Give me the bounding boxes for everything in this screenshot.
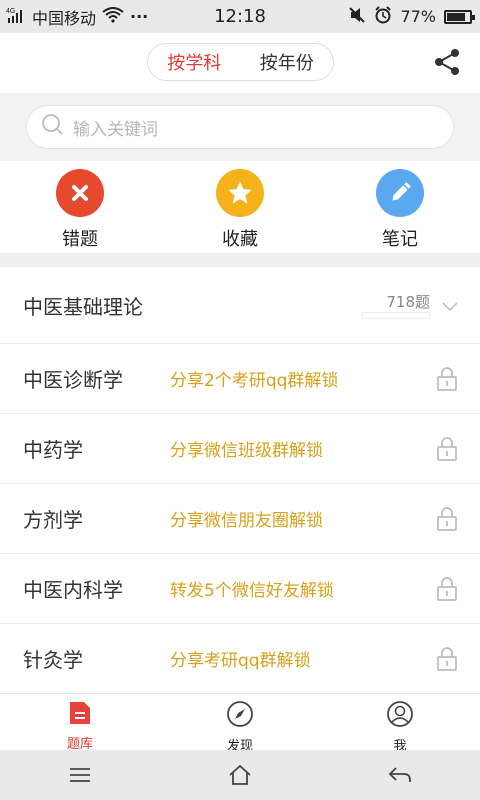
nav-me[interactable]: 我 xyxy=(320,694,480,754)
action-label: 笔记 xyxy=(382,229,418,250)
tab-by-year[interactable]: 按年份 xyxy=(260,49,314,75)
section-divider xyxy=(0,253,480,267)
lock-icon xyxy=(436,506,458,531)
progress-bar xyxy=(362,312,430,319)
alarm-icon xyxy=(374,5,392,28)
subject-row[interactable]: 中药学 分享微信班级群解锁 xyxy=(0,414,480,484)
profile-icon xyxy=(386,700,414,732)
subject-row[interactable]: 中医内科学 转发5个微信好友解锁 xyxy=(0,554,480,624)
subject-name: 中医基础理论 xyxy=(23,294,143,319)
unlock-hint[interactable]: 转发5个微信好友解锁 xyxy=(170,576,334,601)
subject-row[interactable]: 中医基础理论 718题 xyxy=(0,267,480,344)
status-bar: 4G 中国移动 ··· 12:18 77% xyxy=(0,0,480,33)
search-area: 输入关键词 xyxy=(0,93,480,161)
lock-icon xyxy=(436,576,458,601)
back-icon[interactable] xyxy=(320,750,480,800)
star-icon xyxy=(216,169,264,217)
action-label: 收藏 xyxy=(222,229,258,250)
action-notes[interactable]: 笔记 xyxy=(320,161,480,253)
nav-discover[interactable]: 发现 xyxy=(160,694,320,754)
share-icon[interactable] xyxy=(432,47,462,77)
lock-icon xyxy=(436,646,458,671)
unlock-hint[interactable]: 分享微信班级群解锁 xyxy=(170,436,323,461)
subject-row[interactable]: 中医诊断学 分享2个考研qq群解锁 xyxy=(0,344,480,414)
nav-question-bank[interactable]: 题库 xyxy=(0,694,160,752)
tab-by-subject[interactable]: 按学科 xyxy=(167,49,221,75)
search-placeholder: 输入关键词 xyxy=(73,119,158,140)
lock-icon xyxy=(436,366,458,391)
action-wrong-questions[interactable]: 错题 xyxy=(0,161,160,253)
close-icon xyxy=(56,169,104,217)
subject-name: 中药学 xyxy=(23,438,83,462)
segment-control: 按学科 按年份 xyxy=(147,43,334,81)
battery-icon xyxy=(444,9,475,24)
bottom-nav: 题库 发现 我 xyxy=(0,693,480,754)
subject-name: 中医内科学 xyxy=(23,578,123,602)
subject-name: 针灸学 xyxy=(23,648,83,672)
subject-row[interactable]: 针灸学 分享考研qq群解锁 xyxy=(0,624,480,694)
action-label: 错题 xyxy=(62,229,98,250)
system-nav-bar xyxy=(0,750,480,800)
compass-icon xyxy=(226,700,254,732)
quick-actions: 错题 收藏 笔记 xyxy=(0,161,480,253)
battery-percent: 77% xyxy=(400,7,436,26)
mute-icon xyxy=(348,6,366,28)
question-bank-icon xyxy=(68,700,92,730)
home-icon[interactable] xyxy=(160,750,320,800)
pencil-icon xyxy=(376,169,424,217)
action-favorites[interactable]: 收藏 xyxy=(160,161,320,253)
lock-icon xyxy=(436,436,458,461)
menu-icon[interactable] xyxy=(0,750,160,800)
search-icon xyxy=(41,113,65,141)
unlock-hint[interactable]: 分享考研qq群解锁 xyxy=(170,646,311,671)
subject-list: 中医基础理论 718题 中医诊断学 分享2个考研qq群解锁 中药学 分享微信班级… xyxy=(0,267,480,694)
subject-row[interactable]: 方剂学 分享微信朋友圈解锁 xyxy=(0,484,480,554)
search-input[interactable]: 输入关键词 xyxy=(26,105,454,149)
unlock-hint[interactable]: 分享2个考研qq群解锁 xyxy=(170,366,338,391)
subject-name: 方剂学 xyxy=(23,508,83,532)
subject-name: 中医诊断学 xyxy=(23,368,123,392)
chevron-down-icon[interactable] xyxy=(442,297,458,312)
header: 按学科 按年份 xyxy=(0,33,480,93)
unlock-hint[interactable]: 分享微信朋友圈解锁 xyxy=(170,506,323,531)
question-count: 718题 xyxy=(386,293,430,311)
